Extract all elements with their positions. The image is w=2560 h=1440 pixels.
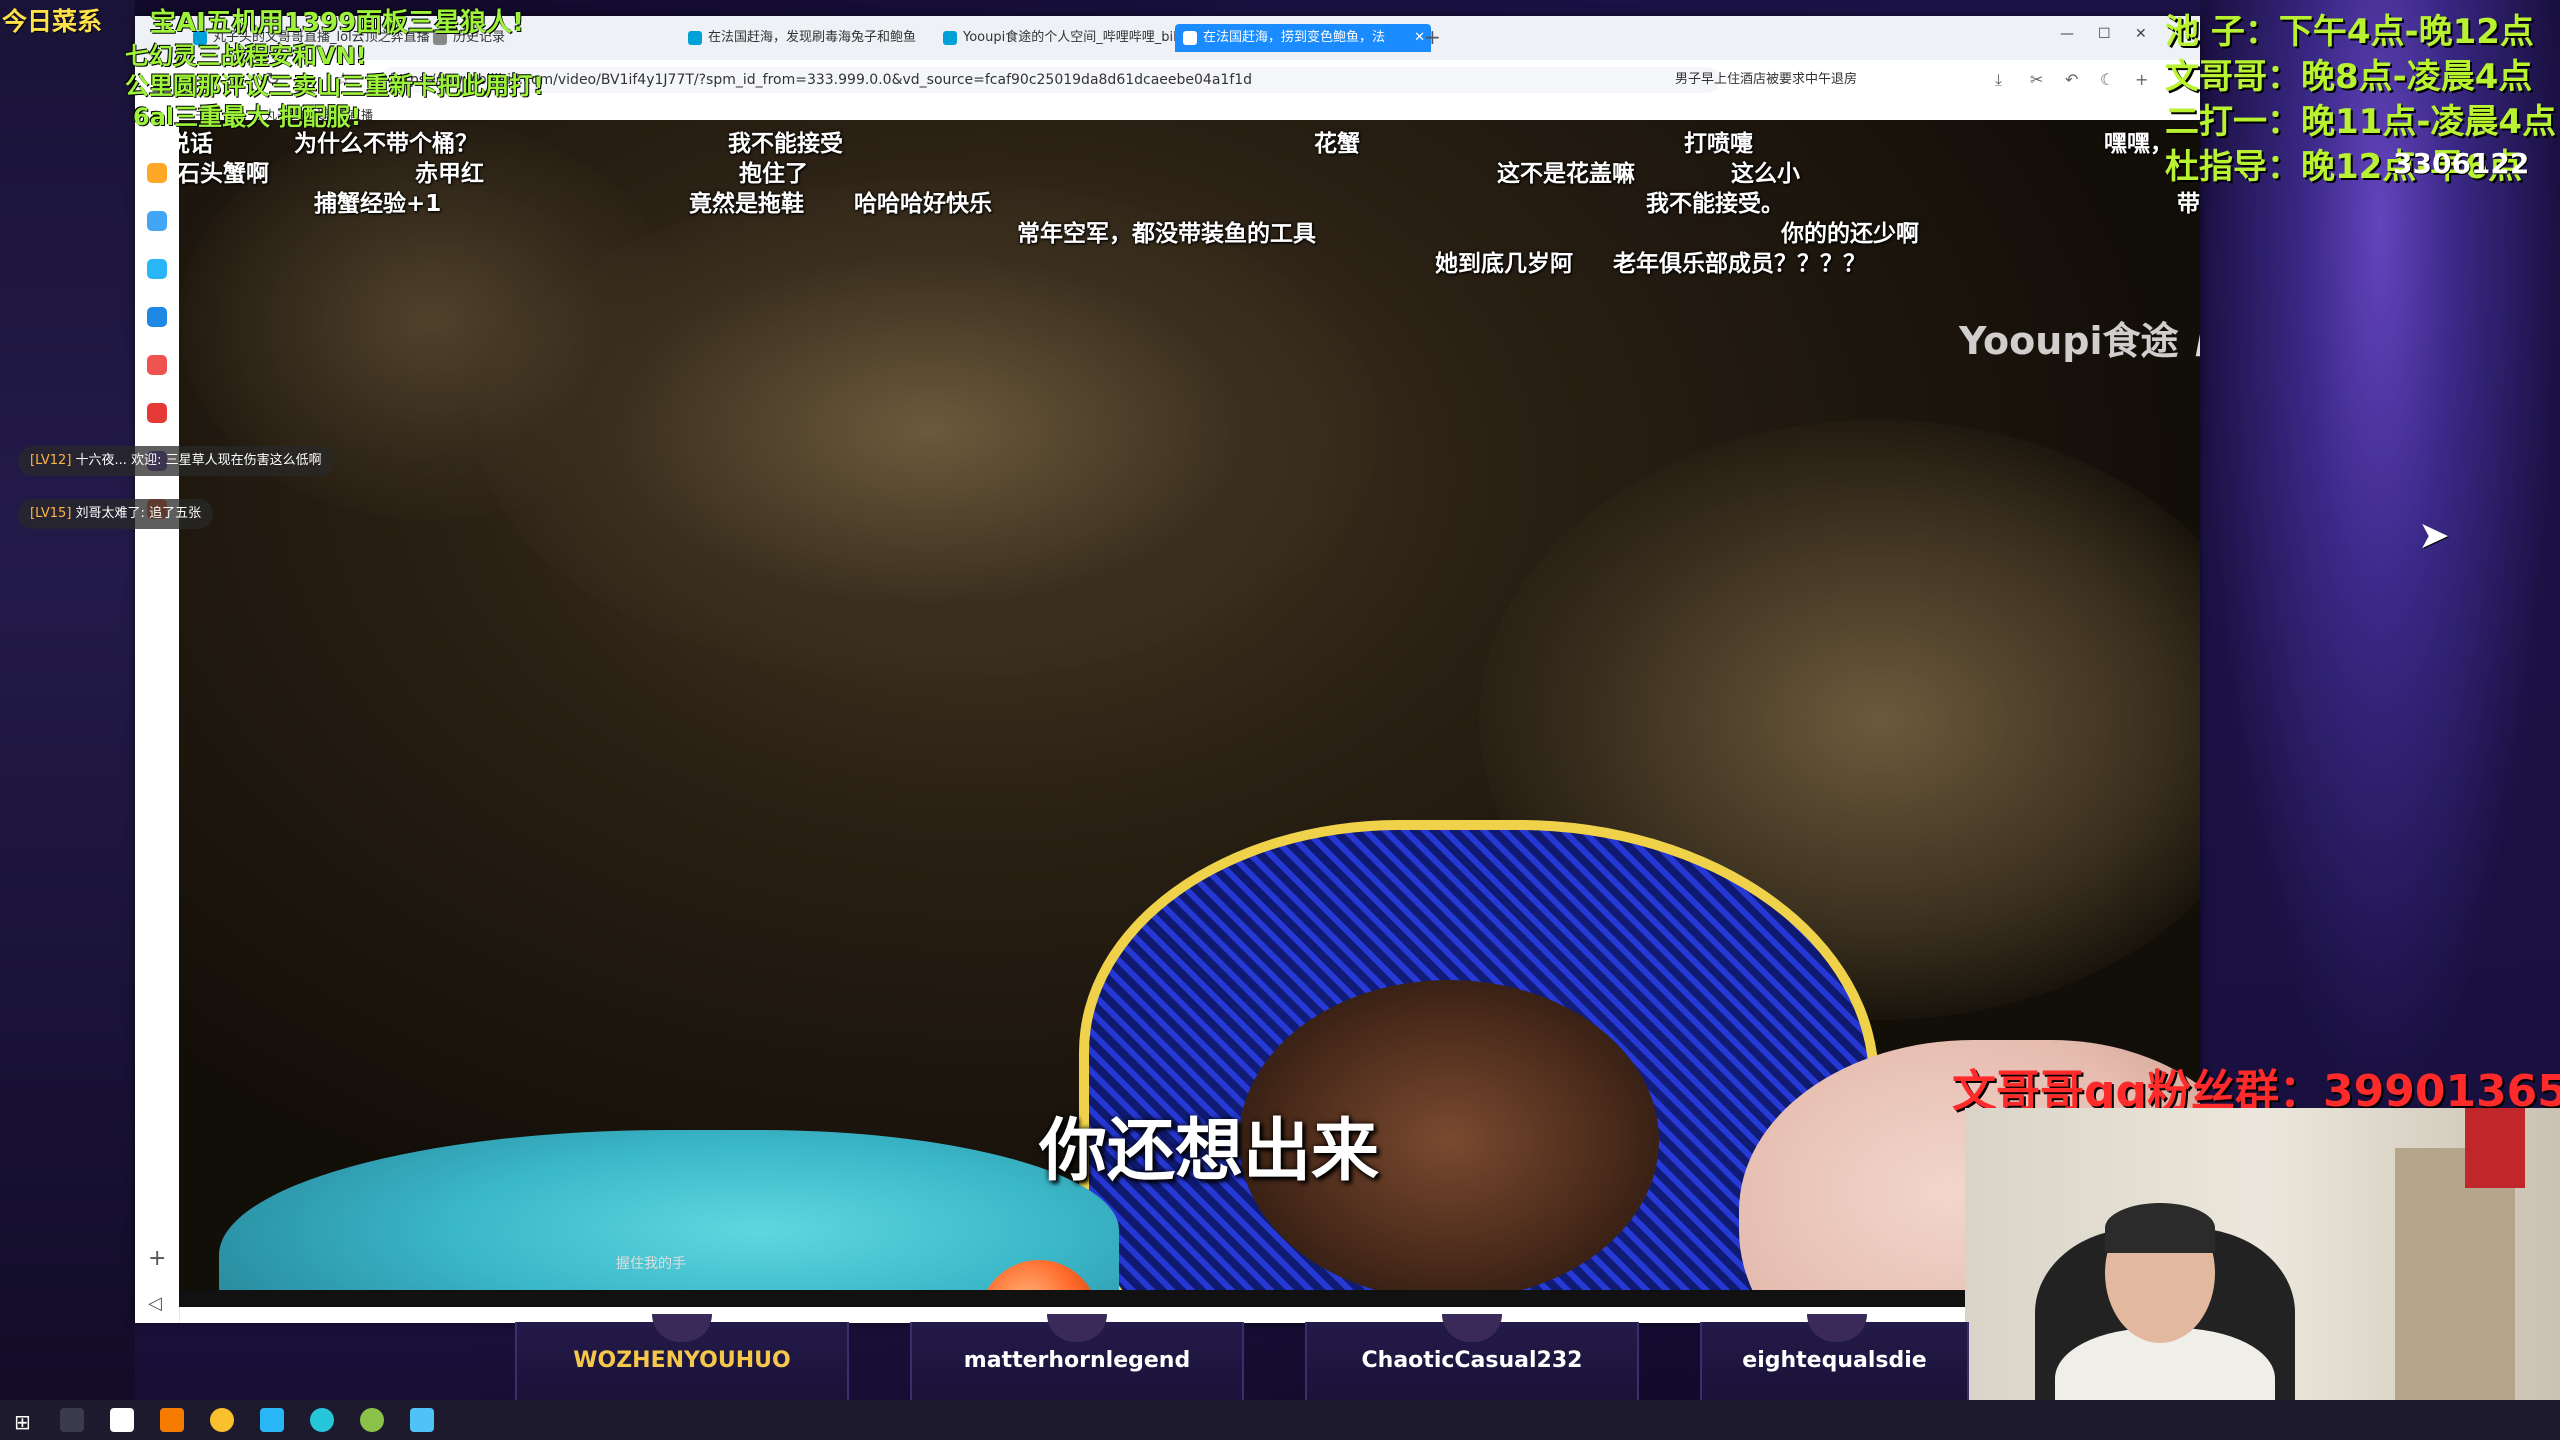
player-name-bar: WOZHENYOUHUO matterhornlegend ChaoticCas… <box>0 1314 1969 1400</box>
chat-level: [LV15] <box>30 506 72 521</box>
sidebar-game-icon[interactable] <box>147 259 167 279</box>
danmaku: 花蟹 <box>1314 131 1360 157</box>
player-avatar <box>1442 1314 1502 1342</box>
chat-user: 十六夜... <box>75 453 127 468</box>
tools-icon[interactable]: ✂ <box>2030 70 2043 89</box>
danmaku: 石头蟹啊 <box>179 161 269 187</box>
new-tab-button[interactable]: + <box>1424 25 1441 49</box>
browser-taskbar-icon[interactable] <box>260 1408 284 1432</box>
mouse-cursor-icon: ➤ <box>2418 513 2450 557</box>
chat-level: [LV12] <box>30 453 72 468</box>
danmaku: 抱住了 <box>739 161 808 187</box>
overlay-line: 公里圆那评议三卖山三重新卡把此用打! <box>125 72 544 100</box>
schedule-line: 池 子：下午4点-晚12点 <box>2165 12 2534 52</box>
streamer-hair <box>2105 1203 2215 1253</box>
tab-uploader-space[interactable]: Yooupi食途的个人空间_哔哩哔哩_bili <box>935 24 1213 52</box>
wall-decoration <box>2465 1108 2525 1188</box>
task-view-icon[interactable] <box>60 1408 84 1432</box>
overlay-title: 今日菜系 <box>2 7 103 36</box>
video-control-bar[interactable] <box>179 1290 2200 1307</box>
chat-text: 追了五张 <box>149 506 202 521</box>
tab-video-1[interactable]: 在法国赶海，发现刷毒海兔子和鲍鱼 <box>680 24 968 52</box>
player-card: eightequalsdie <box>1700 1314 1969 1400</box>
sidebar-add-icon[interactable]: + <box>148 1246 166 1271</box>
add-icon[interactable]: + <box>2135 70 2148 89</box>
video-player[interactable]: Yooupi食途 bilibili 说话 为什么不带个桶？ 我不能接受 花蟹 打… <box>179 120 2200 1290</box>
video-watermark: Yooupi食途 <box>1959 319 2179 363</box>
danmaku: 竟然是拖鞋 <box>689 191 804 217</box>
danmaku: 这么小 <box>1731 161 1800 187</box>
danmaku: 嘿嘿， <box>2104 131 2173 157</box>
danmaku: 我不能接受 <box>728 131 843 157</box>
schedule-line: 二打一：晚11点-凌晨4点 <box>2165 102 2557 142</box>
danmaku: 带 <box>2177 191 2200 217</box>
player-card: WOZHENYOUHUO <box>515 1314 849 1400</box>
bilibili-tab-icon <box>688 31 702 45</box>
app-icon[interactable] <box>160 1408 184 1432</box>
sidebar-chat-icon[interactable] <box>147 307 167 327</box>
video-subtitle: 你还想出来 <box>1039 1112 1380 1191</box>
danmaku: 老年俱乐部成员？？？？ <box>1613 251 1866 277</box>
sidebar-app-icon[interactable] <box>147 163 167 183</box>
sidebar-pdf-icon[interactable] <box>147 403 167 423</box>
overlay-headline: 宝AI五机用1399面板三星狼人! <box>150 8 525 38</box>
steam-icon[interactable] <box>110 1408 134 1432</box>
sidebar-collapse-icon[interactable]: ◁ <box>148 1293 162 1314</box>
danmaku: 打喷嚏 <box>1684 131 1753 157</box>
player-avatar <box>1807 1314 1867 1342</box>
chat-action: 欢迎: <box>131 453 162 468</box>
edge-icon[interactable] <box>310 1408 334 1432</box>
overlay-line: 6al三重最大 把配服! <box>133 103 362 131</box>
small-danmaku: 握住我的手 <box>616 1256 686 1272</box>
night-mode-icon[interactable]: ☾ <box>2100 70 2114 89</box>
tab-active-video[interactable]: 在法国赶海，捞到变色鲍鱼，法 ✕ <box>1175 24 1431 52</box>
bilibili-logo: bilibili <box>2194 305 2200 370</box>
danmaku: 我不能接受。 <box>1646 191 1784 217</box>
taskbar: ⊞ <box>0 1400 2560 1440</box>
danmaku: 你的的还少啊 <box>1781 221 1919 247</box>
windows-start-icon[interactable]: ⊞ <box>14 1410 31 1434</box>
stream-left-strip <box>0 0 135 1400</box>
bilibili-tab-icon <box>1183 31 1197 45</box>
door <box>2395 1148 2515 1440</box>
danmaku: 哈哈哈好快乐 <box>854 191 992 217</box>
danmaku: 赤甲红 <box>415 161 484 187</box>
sidebar-clock-icon[interactable] <box>147 211 167 231</box>
close-window-button[interactable]: ✕ <box>2135 26 2147 42</box>
player-card: ChaoticCasual232 <box>1305 1314 1639 1400</box>
undo-icon[interactable]: ↶ <box>2065 70 2078 89</box>
chat-user: 刘哥太难了: <box>75 506 145 521</box>
hot-search-text[interactable]: 男子早上住酒店被要求中午退房 <box>1675 68 1857 87</box>
browser-sidebar: + ◁ <box>135 128 180 1323</box>
chrome-icon[interactable] <box>360 1408 384 1432</box>
danmaku: 捕蟹经验+1 <box>314 191 442 217</box>
player-name: matterhornlegend <box>963 1348 1191 1373</box>
minimize-button[interactable]: — <box>2060 26 2074 42</box>
qq-icon[interactable] <box>410 1408 434 1432</box>
webcam-feed <box>1965 1108 2560 1440</box>
player-avatar <box>652 1314 712 1342</box>
url-field[interactable]: https://www.bilibili.com/video/BV1if4y1J… <box>380 67 1720 93</box>
obs-icon[interactable] <box>210 1408 234 1432</box>
bilibili-tab-icon <box>943 31 957 45</box>
danmaku: 这不是花盖嘛 <box>1497 161 1635 187</box>
schedule-line: 文哥哥：晚8点-凌晨4点 <box>2165 57 2533 97</box>
room-id: 3306122 <box>2393 147 2530 180</box>
player-name: ChaoticCasual232 <box>1361 1348 1583 1373</box>
chat-message: [LV15] 刘哥太难了: 追了五张 <box>18 499 214 529</box>
chat-text: 三星草人现在伤害这么低啊 <box>165 453 322 468</box>
download-icon[interactable]: ⤓ <box>1995 70 2002 90</box>
sidebar-weibo-icon[interactable] <box>147 355 167 375</box>
player-name: eightequalsdie <box>1742 1348 1927 1373</box>
danmaku: 她到底几岁阿 <box>1435 251 1573 277</box>
player-name: WOZHENYOUHUO <box>573 1348 791 1373</box>
danmaku: 常年空军，都没带装鱼的工具 <box>1017 221 1316 247</box>
player-card: matterhornlegend <box>910 1314 1244 1400</box>
maximize-button[interactable]: ☐ <box>2098 26 2111 42</box>
player-avatar <box>1047 1314 1107 1342</box>
chat-message: [LV12] 十六夜... 欢迎: 三星草人现在伤害这么低啊 <box>18 446 334 476</box>
